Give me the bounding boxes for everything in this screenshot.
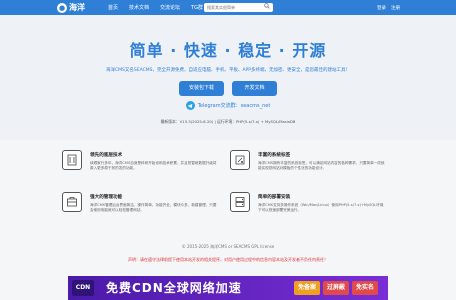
nav-link-docs[interactable]: 技术文档 [129,4,149,11]
features-grid: 领先的底层技术 续艰家行多年，海洋CMS自身是科研开始设和技术积累，并且短暂继数… [62,150,396,232]
search-icon[interactable] [262,3,272,12]
nav-link-home[interactable]: 首页 [108,4,118,11]
feature-desc: 海洋CMS拥有丰富的系统标签，可以满足网站内容的各种需求，只要简单一改就能实现您… [258,161,385,170]
ad-headline: 免费CDN全球网络加速 [106,281,242,295]
feature-desc: 海洋CMS管理后台界面简洁，操作简单，功能齐全，模块众多，新建管理，只要会使用电… [90,203,217,212]
feature-card: 丰富的系统标签 海洋CMS拥有丰富的系统标签，可以满足网站内容的各种需求，只要简… [230,150,390,186]
telegram-text: Telegram交流群：seacms_net [197,103,271,109]
download-button[interactable]: 安装包下载 [179,81,224,96]
feature-desc: 海洋CMS支持多操作系统（Win/Mac/Linux）使用PHP(5.x/7.x… [258,203,384,212]
ad-badge: CDN [72,280,94,296]
dev-docs-button[interactable]: 开发文档 [232,81,277,96]
ad-tag: 免实名 [352,281,379,295]
feature-title: 简单的部署安装 [258,195,291,200]
site-logo[interactable]: ● 海洋 [57,2,85,13]
auth-links: 登录 注册 [377,0,405,15]
feature-card: 领先的底层技术 续艰家行多年，海洋CMS自身是科研开始设和技术积累，并且短暂继数… [62,150,222,186]
hero-section: 简单 · 快速 · 稳定 · 开源 海洋CMS又名SEACMS，完全开源免费，自… [0,15,456,140]
feature-desc: 续艰家行多年，海洋CMS自身是科研开始设和技术积累，并且短暂继数据升级将原入更多… [90,161,217,170]
tag-icon [230,150,250,170]
logo-icon: ● [57,2,67,13]
ad-tags: 免备案 过屏蔽 免实名 [294,281,379,295]
top-navbar: ● 海洋 首页 技术文档 交流论坛 TG群 登录 注册 [0,0,456,15]
feature-card: 强大的管理功能 海洋CMS管理后台界面简洁，操作简单，功能齐全，模块众多，新建管… [62,192,222,228]
layers-icon [62,150,82,170]
server-icon [230,192,250,212]
ad-tag: 免备案 [294,281,321,295]
hero-subtitle: 海洋CMS又名SEACMS，完全开源免费，自适应电脑、手机、平板、APP多终端，… [106,68,350,73]
nav-link-tg[interactable]: TG群 [191,4,203,11]
ad-tag: 过屏蔽 [323,281,350,295]
copyright: © 2015-2025 海洋CMS or SEACMS GPL license [181,244,275,249]
feature-title: 强大的管理功能 [90,195,123,200]
telegram-link[interactable]: Telegram交流群：seacms_net [0,101,456,110]
disclaimer: 声明：请在遵守法律前提下使用本站开发的相关程序，对用户使用过程中的信息内容本站及… [128,257,328,262]
admin-icon [62,192,82,212]
feature-card: 简单的部署安装 海洋CMS支持多操作系统（Win/Mac/Linux）使用PHP… [230,192,390,228]
logo-text: 海洋 [69,3,85,12]
version-info: 最新版本：V13.3(2025-6-20) | 运行环境：PHP(5.x/7.x… [160,119,296,124]
ad-banner[interactable]: CDN 免费CDN全球网络加速 免备案 过屏蔽 免实名 [68,276,388,300]
feature-title: 丰富的系统标签 [258,153,291,158]
hero-buttons: 安装包下载 开发文档 [0,81,456,96]
nav-links: 首页 技术文档 交流论坛 TG群 [108,0,214,15]
register-link[interactable]: 注册 [391,5,400,11]
nav-link-forum[interactable]: 交流论坛 [160,4,180,11]
telegram-icon [185,101,195,110]
feature-title: 领先的底层技术 [90,153,123,158]
hero-title: 简单 · 快速 · 稳定 · 开源 [129,41,327,60]
login-link[interactable]: 登录 [377,5,386,11]
